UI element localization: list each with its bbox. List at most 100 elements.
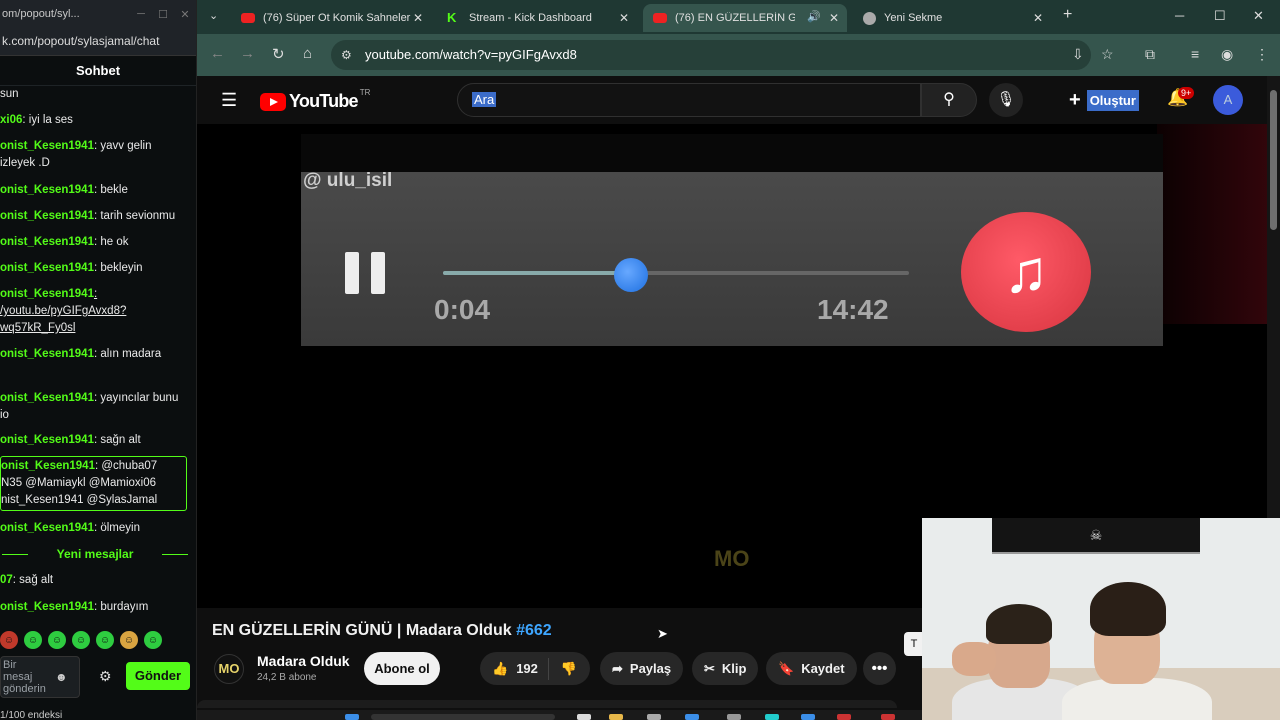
emote-icon[interactable]: ☺ — [0, 631, 18, 649]
reload-icon[interactable]: ↻ — [272, 45, 285, 63]
youtube-logo[interactable]: YouTube TR — [260, 88, 370, 112]
forward-icon[interactable]: → — [240, 45, 255, 62]
close-tab-icon[interactable]: ✕ — [829, 11, 839, 25]
video-hashtag[interactable]: #662 — [516, 622, 552, 639]
chat-username[interactable]: onist_Kesen1941 — [0, 288, 94, 300]
hamburger-menu-icon[interactable]: ☰ — [221, 90, 237, 111]
maximize-icon[interactable]: ☐ — [152, 8, 174, 21]
home-icon[interactable]: ⌂ — [303, 45, 312, 62]
close-tab-icon[interactable]: ✕ — [619, 11, 629, 25]
chat-username[interactable]: xi06 — [0, 114, 22, 126]
close-icon[interactable]: ✕ — [174, 8, 196, 21]
channel-avatar[interactable]: MO — [214, 654, 244, 684]
store-icon[interactable] — [685, 714, 699, 720]
chat-message[interactable]: onist_Kesen1941: /youtu.be/pyGIFgAvxd8? … — [0, 286, 190, 337]
app-icon[interactable] — [765, 714, 779, 720]
close-tab-icon[interactable]: ✕ — [1033, 11, 1043, 25]
tab-search-icon[interactable]: ⌄ — [209, 9, 218, 22]
emoji-picker-icon[interactable]: ☻ — [55, 670, 68, 684]
emote-icon[interactable]: ☺ — [120, 631, 138, 649]
chat-message[interactable]: onist_Kesen1941: sağn alt — [0, 432, 190, 449]
chat-message[interactable]: sun — [0, 86, 190, 103]
app-icon[interactable] — [801, 714, 815, 720]
search-button[interactable]: ⚲ — [921, 83, 977, 117]
search-input[interactable]: Ara — [457, 83, 921, 117]
chat-message[interactable]: onist_Kesen1941: bekle — [0, 182, 190, 199]
install-app-icon[interactable]: ⇩ — [1072, 46, 1084, 63]
account-avatar[interactable]: A — [1213, 85, 1243, 115]
like-button[interactable]: 👍 192 — [480, 657, 549, 680]
chat-username[interactable]: onist_Kesen1941 — [0, 601, 94, 613]
tab-kick-dashboard[interactable]: K Stream - Kick Dashboard ✕ — [437, 4, 637, 32]
chat-username[interactable]: onist_Kesen1941 — [0, 392, 94, 404]
subscribe-button[interactable]: Abone ol — [364, 652, 440, 685]
chat-message[interactable]: onist_Kesen1941: tarih sevionmu — [0, 208, 190, 225]
extensions-icon[interactable]: ⧉ — [1145, 46, 1155, 63]
emote-icon[interactable]: ☺ — [48, 631, 66, 649]
tab-en-guzellerin-gunu[interactable]: (76) EN GÜZELLERİN GÜNÜ 🔊 ✕ — [643, 4, 847, 32]
address-bar[interactable]: ⚙ youtube.com/watch?v=pyGIFgAvxd8 — [331, 40, 1091, 70]
more-actions-button[interactable]: ••• — [863, 652, 896, 685]
chat-username[interactable]: onist_Kesen1941 — [0, 262, 94, 274]
chat-username[interactable]: onist_Kesen1941 — [0, 184, 94, 196]
emote-icon[interactable]: ☺ — [96, 631, 114, 649]
mail-icon[interactable] — [647, 714, 661, 720]
media-control-icon[interactable]: ≡ — [1191, 46, 1199, 62]
emote-icon[interactable]: ☺ — [24, 631, 42, 649]
start-icon[interactable] — [345, 714, 359, 720]
channel-name[interactable]: Madara Olduk — [257, 653, 350, 669]
chat-message[interactable]: onist_Kesen1941: he ok — [0, 234, 190, 251]
chat-username[interactable]: onist_Kesen1941 — [0, 140, 94, 152]
chat-username[interactable]: onist_Kesen1941 — [0, 348, 94, 360]
chat-username[interactable]: 07 — [0, 574, 13, 586]
emote-icon[interactable]: ☺ — [72, 631, 90, 649]
create-button[interactable]: + Oluştur — [1069, 84, 1139, 116]
tab-super-ot[interactable]: (76) Süper Ot Komik Sahneler F ✕ — [231, 4, 431, 32]
chat-message[interactable]: onist_Kesen1941: yavv gelin izleyek .D — [0, 138, 190, 172]
chat-username[interactable]: onist_Kesen1941 — [1, 460, 95, 472]
taskbar-search-box[interactable] — [371, 714, 555, 720]
chat-message-input[interactable]: Bir mesaj gönderin — [0, 656, 80, 698]
chat-settings-icon[interactable]: ⚙ — [99, 668, 112, 685]
clip-button[interactable]: ✂ Klip — [692, 652, 759, 685]
task-view-icon[interactable] — [577, 714, 591, 720]
close-tab-icon[interactable]: ✕ — [413, 11, 423, 25]
scrollbar-thumb[interactable] — [1270, 90, 1277, 230]
chat-message[interactable]: 07: sağ alt — [0, 572, 190, 589]
side-chip[interactable]: T — [904, 632, 924, 656]
save-button[interactable]: 🔖 Kaydet — [766, 652, 857, 685]
new-tab-icon[interactable]: + — [1063, 6, 1072, 24]
chat-message-list[interactable]: sun xi06: iyi la ses onist_Kesen1941: yavv… — [0, 86, 196, 628]
chat-message[interactable]: onist_Kesen1941: alın madara — [0, 346, 190, 363]
share-button[interactable]: ➦ Paylaş — [600, 652, 684, 685]
profile-icon[interactable]: ◉ — [1221, 46, 1233, 63]
obs-icon[interactable] — [837, 714, 851, 720]
dislike-button[interactable]: 👎 — [549, 661, 577, 677]
emote-icon[interactable]: ☺ — [144, 631, 162, 649]
chat-message[interactable]: onist_Kesen1941: ölmeyin — [0, 520, 190, 537]
chat-message[interactable]: onist_Kesen1941: bekleyin — [0, 260, 190, 277]
app-icon[interactable] — [727, 714, 741, 720]
close-window-icon[interactable]: ✕ — [1253, 8, 1264, 24]
chrome-icon[interactable] — [881, 714, 895, 720]
chat-username[interactable]: onist_Kesen1941 — [0, 210, 94, 222]
description-box-edge[interactable] — [197, 700, 897, 708]
chat-url-bar[interactable]: k.com/popout/sylasjamal/chat — [0, 28, 196, 56]
chat-message[interactable]: onist_Kesen1941: burdayım — [0, 599, 190, 616]
site-info-icon[interactable]: ⚙ — [341, 40, 352, 70]
chat-message[interactable]: onist_Kesen1941: yayıncılar bunu io — [0, 390, 190, 424]
voice-search-button[interactable]: 🎙 — [989, 83, 1023, 117]
menu-kebab-icon[interactable]: ⋮ — [1255, 46, 1269, 63]
chat-username[interactable]: onist_Kesen1941 — [0, 522, 94, 534]
back-icon[interactable]: ← — [210, 45, 225, 62]
chat-message[interactable]: onist_Kesen1941: @chuba07 N35 @Mamiaykl … — [0, 456, 187, 511]
chat-username[interactable]: onist_Kesen1941 — [0, 236, 94, 248]
chat-message[interactable]: xi06: iyi la ses — [0, 112, 190, 129]
send-button[interactable]: Gönder — [126, 662, 190, 690]
bookmark-star-icon[interactable]: ☆ — [1101, 46, 1114, 63]
minimize-icon[interactable]: ─ — [1175, 8, 1184, 23]
minimize-icon[interactable]: ─ — [130, 8, 152, 20]
tab-yeni-sekme[interactable]: Yeni Sekme ✕ — [853, 4, 1051, 32]
file-explorer-icon[interactable] — [609, 714, 623, 720]
chat-username[interactable]: onist_Kesen1941 — [0, 434, 94, 446]
